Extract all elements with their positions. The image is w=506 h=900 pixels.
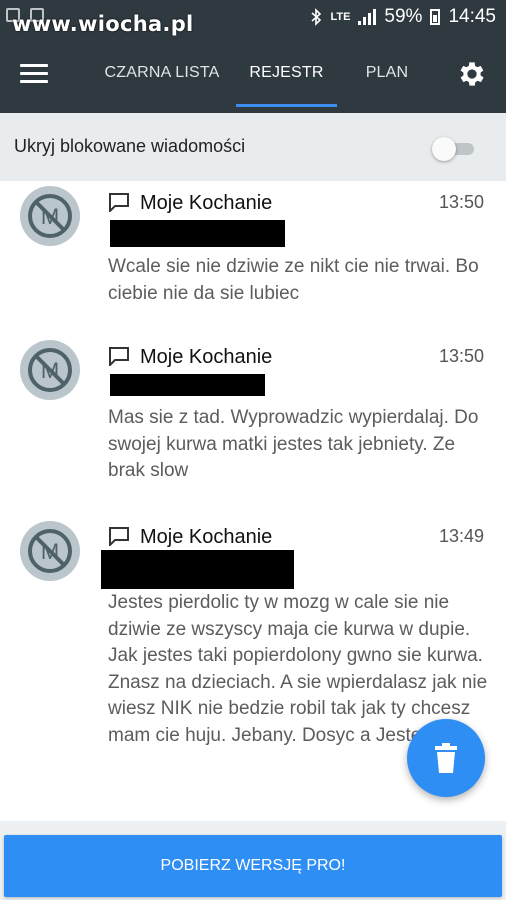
sender-name: Moje Kochanie	[140, 526, 273, 548]
app-bar: CZARNA LISTA REJESTR PLAN	[0, 36, 506, 113]
get-pro-button[interactable]: POBIERZ WERSJĘ PRO!	[4, 835, 502, 897]
tab-register[interactable]: REJESTR	[236, 36, 337, 113]
tab-plan[interactable]: PLAN	[358, 36, 416, 113]
redacted-number	[110, 220, 285, 247]
sms-icon	[109, 527, 129, 546]
message-text: Wcale sie nie dziwie ze nikt cie nie trw…	[108, 256, 479, 304]
hide-blocked-label: Ukryj blokowane wiadomości	[14, 136, 246, 156]
blocked-message-icon: M	[28, 529, 72, 573]
hide-blocked-bar: Ukryj blokowane wiadomości	[0, 113, 506, 181]
blocked-contact-avatar: M	[20, 521, 80, 581]
redacted-number	[110, 374, 265, 396]
message-time: 13:50	[438, 192, 484, 212]
blocked-message-icon: M	[28, 194, 72, 238]
status-right: LTE 59% 14:45	[310, 6, 496, 28]
redacted-number	[101, 550, 294, 589]
bluetooth-icon	[311, 8, 322, 26]
delete-fab[interactable]	[407, 719, 485, 797]
tab-blacklist[interactable]: CZARNA LISTA	[100, 36, 224, 113]
blocked-message-icon: M	[28, 348, 72, 392]
sender-name: Moje Kochanie	[140, 192, 273, 214]
list-item[interactable]: M Moje Kochanie 13:50 Mas sie z tad. Wyp…	[0, 333, 506, 503]
bottom-bar: POBIERZ WERSJĘ PRO!	[0, 821, 506, 900]
list-item[interactable]: M Moje Kochanie 13:50 Wcale sie nie dziw…	[0, 181, 506, 331]
toggle-knob	[432, 137, 456, 161]
status-bar: www.wiocha.pl LTE 59% 14:45	[0, 0, 506, 36]
network-type: LTE	[330, 11, 351, 23]
sms-icon	[109, 193, 129, 212]
trash-icon	[435, 743, 457, 773]
signal-icon	[358, 9, 377, 25]
blocked-contact-avatar: M	[20, 340, 80, 400]
message-time: 13:50	[438, 346, 484, 366]
clock: 14:45	[448, 6, 496, 27]
blocked-contact-avatar: M	[20, 186, 80, 246]
sms-icon	[109, 347, 129, 366]
hide-blocked-toggle[interactable]	[432, 137, 476, 161]
message-text: Mas sie z tad. Wyprowadzic wypierdalaj. …	[108, 407, 479, 482]
message-time: 13:49	[438, 526, 484, 546]
sender-name: Moje Kochanie	[140, 346, 273, 368]
hamburger-icon[interactable]	[20, 64, 48, 84]
watermark: www.wiocha.pl	[12, 12, 194, 36]
battery-icon	[430, 9, 441, 25]
gear-icon[interactable]	[456, 58, 488, 90]
battery-percent: 59%	[384, 6, 423, 27]
